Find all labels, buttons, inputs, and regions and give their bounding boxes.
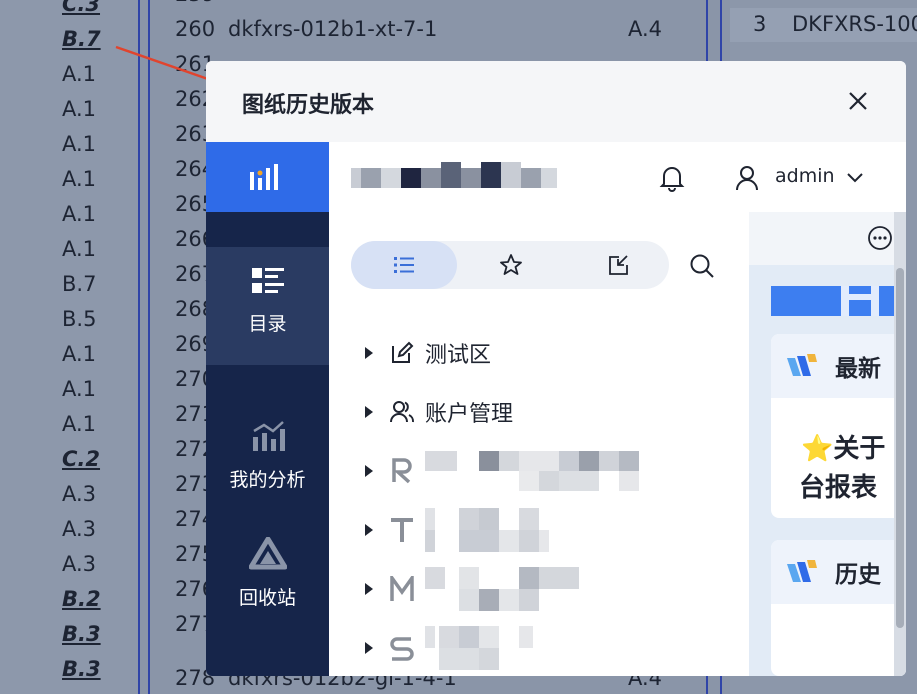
app-topbar: admin — [329, 142, 906, 212]
card-title: 最新 — [835, 356, 881, 382]
preview-panel: 最新 ⭐关于 台报表 历史 — [749, 212, 906, 676]
embedded-app: 目录 我的分析 回收站 admin 测试区 账户管理 最新 ⭐关于 台报表 历史 — [206, 142, 906, 676]
expand-triangle-icon[interactable] — [365, 524, 373, 536]
tree-item-s[interactable] — [365, 626, 535, 670]
catalog-icon — [251, 268, 284, 293]
redacted-name — [425, 567, 579, 611]
redacted-title — [351, 162, 557, 188]
expand-triangle-icon[interactable] — [365, 347, 373, 359]
revision-cell: A.1 — [62, 237, 97, 261]
redacted-name — [425, 626, 533, 670]
preview-scrollbar[interactable] — [894, 212, 906, 676]
revision-cell: A.1 — [62, 377, 97, 401]
scrollbar-thumb[interactable] — [896, 268, 904, 628]
view-tabs — [351, 241, 669, 289]
card-logo-icon — [787, 354, 817, 376]
row-code: DKFXRS-100 — [792, 12, 917, 36]
nav-item-recycle[interactable]: 回收站 — [206, 537, 329, 627]
preview-banner — [771, 286, 906, 316]
list-icon[interactable] — [392, 253, 416, 277]
recycle-icon — [248, 537, 287, 570]
tree-item-m[interactable] — [365, 567, 585, 611]
revision-cell: A.1 — [62, 167, 97, 191]
preview-toolbar — [749, 212, 906, 265]
tree-item-test-area[interactable]: 测试区 — [365, 337, 491, 369]
more-icon[interactable] — [867, 225, 893, 251]
search-icon[interactable] — [689, 253, 715, 279]
nav-label: 目录 — [248, 313, 287, 335]
letter-s-icon — [390, 637, 414, 661]
nav-label: 我的分析 — [229, 469, 306, 491]
latest-card[interactable]: 最新 ⭐关于 台报表 — [771, 334, 906, 518]
nav-item-catalog[interactable]: 目录 — [206, 247, 329, 365]
edit-icon — [392, 341, 414, 363]
revision-cell: B.5 — [62, 307, 97, 331]
revision-cell: B.3 — [62, 657, 101, 681]
revision-cell: B.7 — [62, 272, 97, 296]
dialog-title: 图纸历史版本 — [242, 93, 375, 118]
dialog-header: 图纸历史版本 — [206, 61, 906, 142]
catalog-panel: 测试区 账户管理 — [329, 212, 749, 676]
checkin-icon[interactable] — [607, 253, 631, 277]
nav-item-analysis[interactable]: 我的分析 — [206, 419, 329, 509]
card-text: 台报表 — [799, 473, 878, 503]
expand-triangle-icon[interactable] — [365, 642, 373, 654]
card-title: 历史 — [835, 562, 881, 588]
revision-cell: B.2 — [62, 587, 101, 611]
bar-chart-logo-icon — [249, 164, 278, 190]
user-icon[interactable] — [735, 165, 759, 191]
revision-cell: C.2 — [62, 447, 101, 471]
banner-graphic — [841, 286, 879, 316]
revision-cell: B.3 — [62, 622, 101, 646]
analysis-icon — [252, 421, 285, 451]
app-logo[interactable] — [206, 142, 329, 212]
expand-triangle-icon[interactable] — [365, 406, 373, 418]
row-rev: A.4 — [628, 17, 663, 41]
card-logo-icon — [787, 560, 817, 582]
star-icon[interactable] — [499, 253, 523, 277]
expand-triangle-icon[interactable] — [365, 465, 373, 477]
revision-cell: A.3 — [62, 552, 97, 576]
expand-triangle-icon[interactable] — [365, 583, 373, 595]
drawing-history-dialog: 图纸历史版本 目录 我的分析 回收站 admin 测试区 账户管理 最新 ⭐关于… — [206, 61, 906, 676]
redacted-name — [425, 451, 639, 491]
history-card[interactable]: 历史 — [771, 540, 906, 676]
revision-cell: A.3 — [62, 482, 97, 506]
users-icon — [390, 401, 414, 423]
revision-cell: A.3 — [62, 517, 97, 541]
row-number: 3 — [753, 12, 767, 36]
bell-icon[interactable] — [659, 164, 685, 192]
card-header: 最新 — [771, 334, 906, 398]
redacted-name — [425, 508, 549, 552]
card-body: ⭐关于 台报表 — [771, 398, 906, 504]
revision-cell: A.1 — [62, 342, 97, 366]
revision-cell: A.1 — [62, 412, 97, 436]
revision-cell: A.1 — [62, 132, 97, 156]
left-nav: 目录 我的分析 回收站 — [206, 142, 329, 676]
tree-item-t[interactable] — [365, 508, 565, 552]
chevron-down-icon[interactable] — [845, 168, 865, 188]
close-icon[interactable] — [842, 85, 874, 117]
tree-item-account[interactable]: 账户管理 — [365, 396, 513, 428]
revision-cell: A.1 — [62, 202, 97, 226]
tree-label: 账户管理 — [425, 402, 514, 427]
letter-m-icon — [390, 576, 414, 601]
card-text: ⭐关于 — [801, 434, 886, 464]
tree-label: 测试区 — [425, 343, 492, 368]
nav-label: 回收站 — [238, 587, 296, 609]
card-header: 历史 — [771, 540, 906, 604]
letter-r-icon — [392, 458, 412, 484]
letter-t-icon — [391, 518, 413, 542]
user-name[interactable]: admin — [775, 165, 835, 187]
tree-item-r[interactable] — [365, 451, 645, 491]
